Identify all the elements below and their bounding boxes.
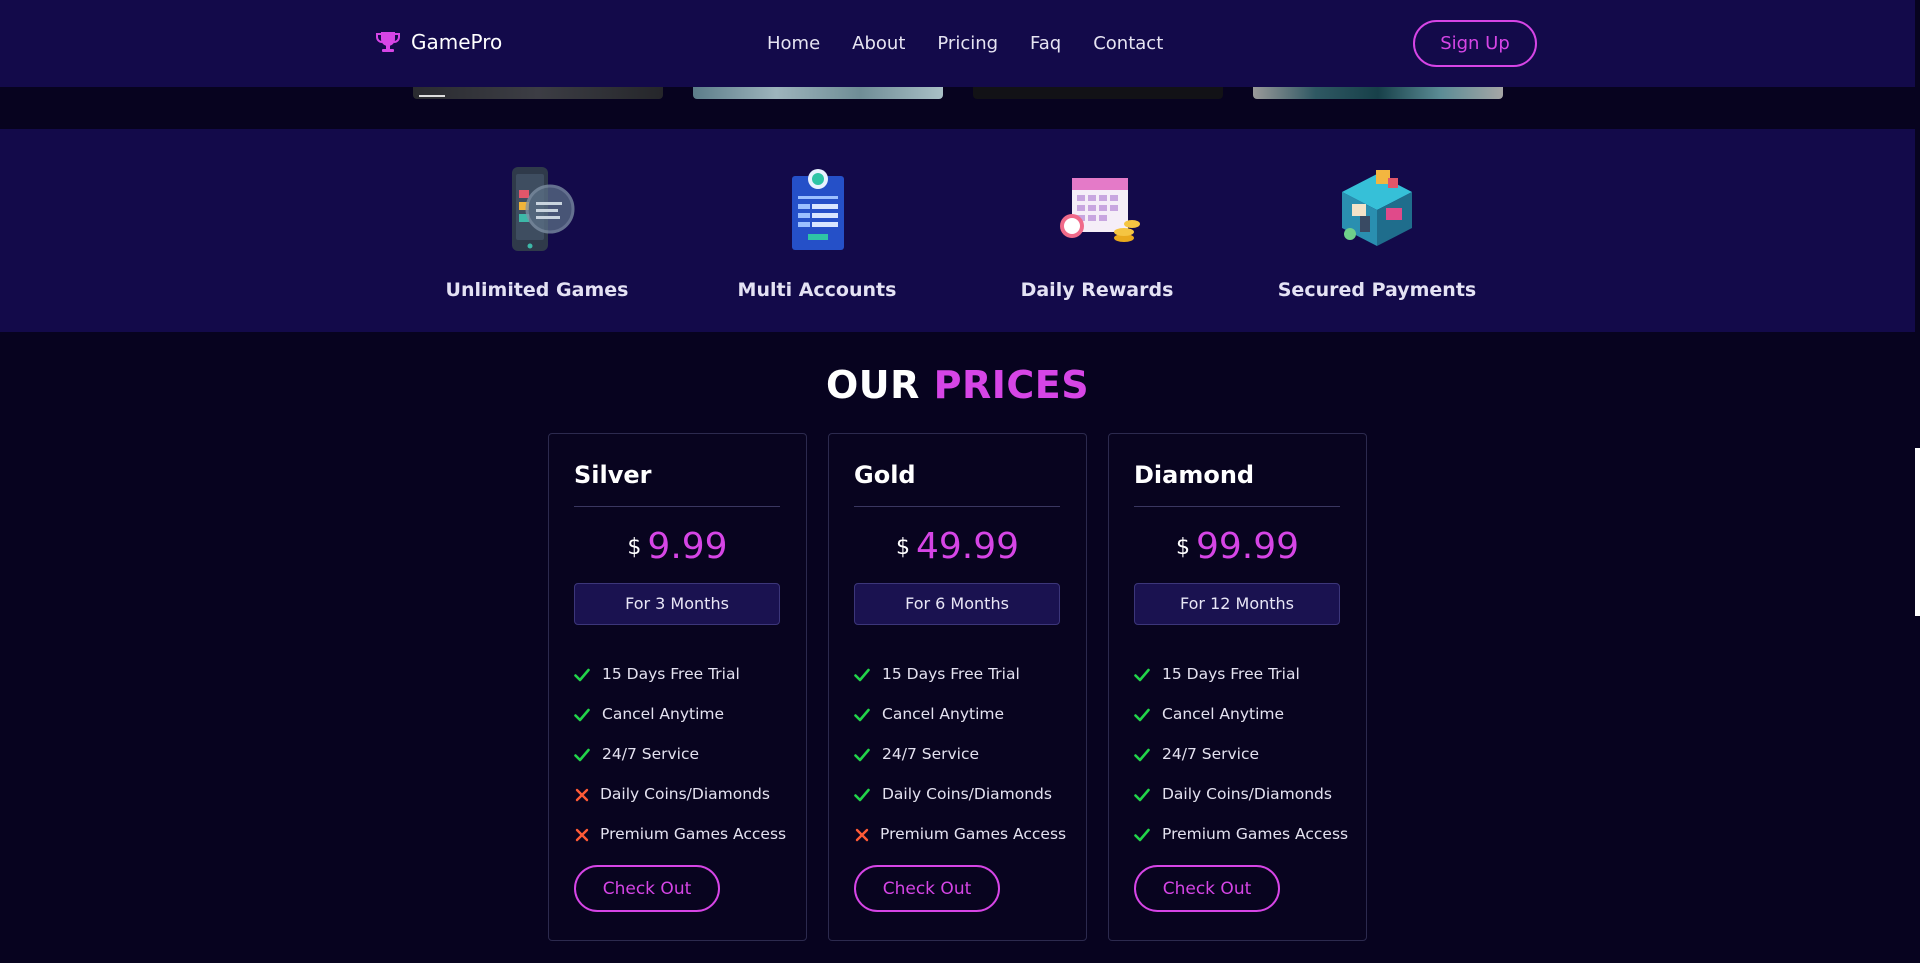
plan-feature-item: Cancel Anytime [574, 694, 786, 734]
check-icon [1134, 705, 1162, 723]
brand-name: GamePro [411, 30, 503, 54]
plan-period: For 3 Months [574, 583, 780, 625]
price-amount: 49.99 [915, 526, 1020, 567]
id-clipboard-icon [792, 169, 844, 250]
nav-home[interactable]: Home [767, 33, 820, 54]
plan-feature-text: Daily Coins/Diamonds [600, 785, 770, 803]
plan-feature-text: Daily Coins/Diamonds [1162, 785, 1332, 803]
plan-feature-text: Cancel Anytime [882, 705, 1005, 723]
card-divider [854, 506, 1060, 507]
plan-feature-item: Daily Coins/Diamonds [854, 774, 1066, 814]
plan-feature-text: Cancel Anytime [1162, 705, 1285, 723]
prices-heading-accent: PRICES [933, 363, 1090, 407]
features-band: Unlimited Games Multi Accounts Daily Rew… [0, 129, 1915, 332]
plan-feature-item: 15 Days Free Trial [854, 654, 1066, 694]
plan-price: $99.99 [1109, 526, 1366, 567]
plan-feature-item: Premium Games Access [574, 814, 786, 854]
plan-name: Diamond [1134, 461, 1255, 489]
plan-feature-item: Daily Coins/Diamonds [1134, 774, 1348, 814]
plan-name: Silver [574, 461, 652, 489]
check-icon [854, 745, 882, 763]
plan-feature-text: 15 Days Free Trial [882, 665, 1020, 683]
check-out-button[interactable]: Check Out [854, 865, 1000, 912]
scrollbar-thumb[interactable] [1915, 448, 1920, 616]
plan-feature-item: Daily Coins/Diamonds [574, 774, 786, 814]
plan-feature-text: Cancel Anytime [602, 705, 725, 723]
sign-up-button[interactable]: Sign Up [1413, 20, 1537, 67]
plan-feature-list: 15 Days Free Trial Cancel Anytime 24/7 Ser… [1134, 654, 1348, 854]
plan-feature-text: Daily Coins/Diamonds [882, 785, 1052, 803]
plan-feature-item: 15 Days Free Trial [574, 654, 786, 694]
check-icon [854, 705, 882, 723]
price-amount: 99.99 [1195, 526, 1300, 567]
cross-icon [574, 785, 600, 803]
nav-pricing[interactable]: Pricing [937, 33, 998, 54]
isometric-shop-icon [1342, 170, 1412, 246]
plan-feature-text: 24/7 Service [882, 745, 980, 763]
plan-name: Gold [854, 461, 916, 489]
check-out-button[interactable]: Check Out [1134, 865, 1280, 912]
prices-heading: OUR PRICES [0, 363, 1915, 407]
plan-feature-item: 24/7 Service [854, 734, 1066, 774]
plan-feature-text: 15 Days Free Trial [1162, 665, 1300, 683]
plan-feature-text: 24/7 Service [1162, 745, 1260, 763]
check-out-button[interactable]: Check Out [574, 865, 720, 912]
plan-period: For 6 Months [854, 583, 1060, 625]
plan-feature-item: Premium Games Access [854, 814, 1066, 854]
check-icon [1134, 665, 1162, 683]
check-icon [574, 705, 602, 723]
phone-magnifier-icon [512, 167, 575, 251]
plan-feature-item: 24/7 Service [574, 734, 786, 774]
feature-title: Daily Rewards [1020, 279, 1174, 301]
nav-about[interactable]: About [852, 33, 905, 54]
check-icon [574, 745, 602, 763]
pricing-card-diamond: Diamond $99.99 For 12 Months 15 Days Fre… [1108, 433, 1367, 941]
feature-title: Multi Accounts [737, 279, 897, 301]
card-divider [1134, 506, 1340, 507]
plan-feature-list: 15 Days Free Trial Cancel Anytime 24/7 Ser… [854, 654, 1066, 854]
plan-feature-item: 15 Days Free Trial [1134, 654, 1348, 694]
plan-price: $49.99 [829, 526, 1086, 567]
plan-feature-item: Premium Games Access [1134, 814, 1348, 854]
currency-symbol: $ [627, 535, 642, 560]
pricing-card-silver: Silver $9.99 For 3 Months 15 Days Free T… [548, 433, 807, 941]
check-icon [1134, 825, 1162, 843]
plan-feature-text: 24/7 Service [602, 745, 700, 763]
cross-icon [574, 825, 600, 843]
calendar-coins-icon [1060, 178, 1140, 242]
card-divider [574, 506, 780, 507]
plan-feature-item: Cancel Anytime [1134, 694, 1348, 734]
trophy-icon [376, 32, 400, 52]
plan-feature-text: Premium Games Access [600, 825, 787, 843]
pricing-card-gold: Gold $49.99 For 6 Months 15 Days Free Tr… [828, 433, 1087, 941]
feature-title: Unlimited Games [445, 279, 629, 301]
main-nav: Home About Pricing Faq Contact [767, 33, 1163, 54]
nav-faq[interactable]: Faq [1030, 33, 1061, 54]
check-icon [854, 665, 882, 683]
brand-logo[interactable]: GamePro [375, 30, 502, 54]
nav-contact[interactable]: Contact [1093, 33, 1163, 54]
prices-heading-main: OUR [825, 363, 920, 407]
price-amount: 9.99 [647, 526, 728, 567]
site-header: GamePro Home About Pricing Faq Contact S… [0, 0, 1915, 87]
currency-symbol: $ [895, 535, 910, 560]
plan-feature-text: Premium Games Access [1162, 825, 1349, 843]
plan-feature-item: Cancel Anytime [854, 694, 1066, 734]
cross-icon [854, 825, 880, 843]
check-icon [854, 785, 882, 803]
plan-price: $9.99 [549, 526, 806, 567]
plan-feature-list: 15 Days Free Trial Cancel Anytime 24/7 Ser… [574, 654, 786, 854]
check-icon [1134, 745, 1162, 763]
check-icon [1134, 785, 1162, 803]
check-icon [574, 665, 602, 683]
feature-title: Secured Payments [1277, 279, 1477, 301]
currency-symbol: $ [1175, 535, 1190, 560]
plan-feature-item: 24/7 Service [1134, 734, 1348, 774]
plan-feature-text: 15 Days Free Trial [602, 665, 740, 683]
plan-period: For 12 Months [1134, 583, 1340, 625]
plan-feature-text: Premium Games Access [880, 825, 1067, 843]
